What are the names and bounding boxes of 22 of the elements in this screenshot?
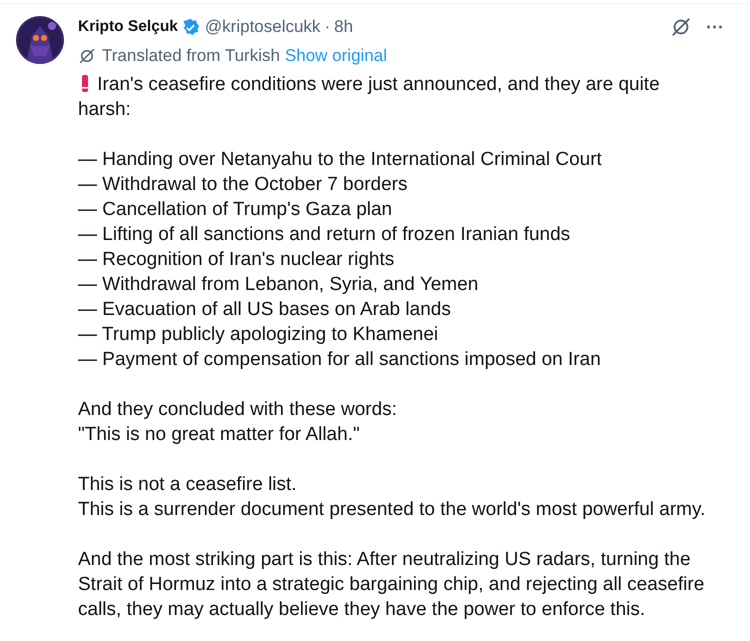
tweet-text: This is not a ceasefire list. <box>78 473 297 497</box>
tweet-text: — Recognition of Iran's nuclear rights <box>78 248 394 272</box>
timestamp[interactable]: 8h <box>334 14 354 40</box>
tweet-text: — Handing over Netanyahu to the International Criminal Court <box>78 148 602 172</box>
more-button[interactable]: ··· <box>706 18 724 36</box>
tweet-text: — Withdrawal to the October 7 borders <box>78 173 408 197</box>
tweet-text: — Cancellation of Trump's Gaza plan <box>78 198 392 222</box>
tweet-text: This is a surrender document presented to the world's most powerful army. <box>78 498 706 522</box>
exclamation-icon <box>82 75 88 92</box>
separator: · <box>324 16 330 38</box>
tweet-text: — Lifting of all sanctions and return of frozen Iranian funds <box>78 223 570 247</box>
author-name[interactable]: Kripto Selçuk <box>78 15 178 39</box>
tweet-text: And they concluded with these words: <box>78 398 397 422</box>
author-handle[interactable]: @kriptoselcukk <box>204 14 320 40</box>
tweet-text: — Trump publicly apologizing to Khamenei <box>78 323 438 347</box>
translation-label: Translated from Turkish <box>102 45 280 68</box>
tweet-text: — Payment of compensation for all sanctions imposed on Iran <box>78 348 601 372</box>
tweet-text: "This is no great matter for Allah." <box>78 423 360 447</box>
tweet-text: — Withdrawal from Lebanon, Syria, and Yemen <box>78 273 478 297</box>
tweet-text: And the most striking part is this: After neutralizing US radars, turning the Strait of Hormuz into a strategic bargaining chip, and rejecting all ceasefire calls, they may actually believe they have the power to enforce this. <box>78 548 706 622</box>
tweet-text: Iran's ceasefire conditions were just announced, and they are quite harsh: <box>78 73 661 122</box>
tweet-text: — Evacuation of all US bases on Arab lands <box>78 298 451 322</box>
